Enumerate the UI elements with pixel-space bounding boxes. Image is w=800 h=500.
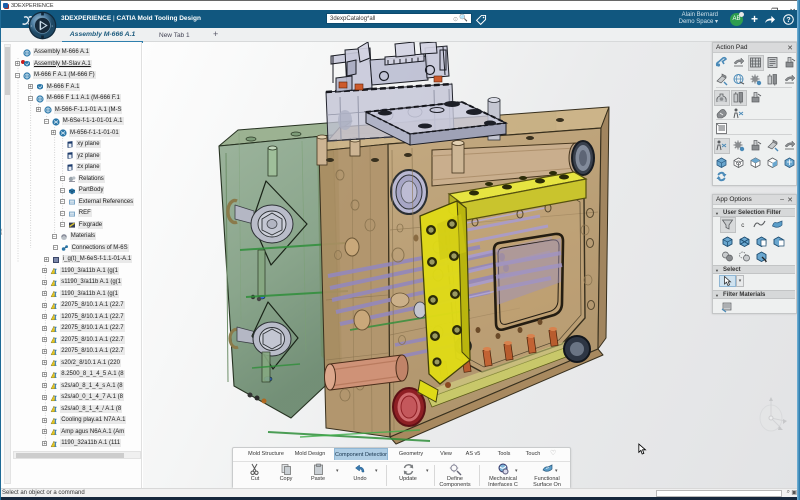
svg-text:c: c xyxy=(741,222,744,229)
svg-text:?: ? xyxy=(786,17,790,24)
